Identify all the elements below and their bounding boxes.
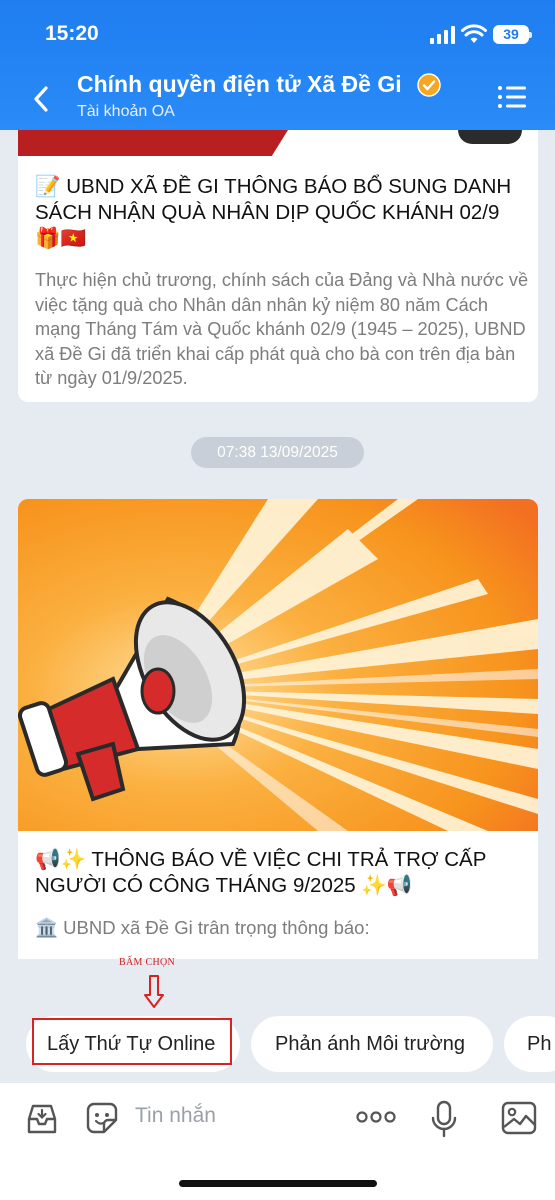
quick-reply-partial[interactable]: Ph — [504, 1016, 555, 1072]
battery-icon: 39 — [493, 25, 532, 44]
megaphone-illustration — [18, 499, 538, 831]
message-timestamp: 07:38 13/09/2025 — [191, 437, 364, 468]
list-menu-icon[interactable] — [497, 84, 527, 110]
back-arrow-icon[interactable] — [28, 82, 56, 116]
cellular-signal-icon — [430, 26, 456, 44]
home-indicator — [179, 1180, 377, 1187]
message-input[interactable]: Tin nhắn — [135, 1104, 216, 1128]
annotation-down-arrow-icon — [144, 975, 164, 1008]
post-card[interactable]: 📢✨ THÔNG BÁO VỀ VIỆC CHI TRẢ TRỢ CẤP NGƯ… — [18, 499, 538, 959]
wifi-icon — [461, 24, 487, 43]
image-gallery-icon[interactable] — [501, 1101, 537, 1135]
status-time: 15:20 — [45, 22, 99, 45]
annotation-label: BẤM CHỌN — [119, 957, 176, 968]
post-summary: Thực hiện chủ trương, chính sách của Đản… — [35, 270, 529, 388]
emoji-sticker-icon[interactable] — [84, 1100, 120, 1136]
post-title: 📢✨ THÔNG BÁO VỀ VIỆC CHI TRẢ TRỢ CẤP NGƯ… — [35, 848, 486, 897]
account-type-label: Tài khoản OA — [77, 103, 175, 120]
post-summary: 🏛️ UBND xã Đề Gi trân trọng thông báo: — [35, 917, 370, 938]
quick-reply-phan-anh-moi-truong[interactable]: Phản ánh Môi trường — [251, 1016, 493, 1072]
post-title: 📝 UBND XÃ ĐỀ GI THÔNG BÁO BỔ SUNG DANH S… — [35, 175, 512, 250]
inbox-icon[interactable] — [24, 1101, 60, 1137]
microphone-icon[interactable] — [430, 1100, 458, 1138]
page-title[interactable]: Chính quyền điện tử Xã Đề Gi — [77, 71, 402, 98]
quick-reply-lay-thu-tu-online[interactable]: Lấy Thứ Tự Online — [26, 1016, 240, 1072]
post-card[interactable]: 📝 UBND XÃ ĐỀ GI THÔNG BÁO BỔ SUNG DANH S… — [18, 90, 538, 402]
post-banner-image — [18, 130, 538, 156]
app-header: 15:20 39 Chính quyền điện tử Xã Đề Gi Tà… — [0, 0, 555, 130]
message-input-bar: Tin nhắn — [0, 1083, 555, 1200]
verified-badge-icon — [417, 73, 441, 97]
more-options-icon[interactable] — [355, 1110, 397, 1124]
